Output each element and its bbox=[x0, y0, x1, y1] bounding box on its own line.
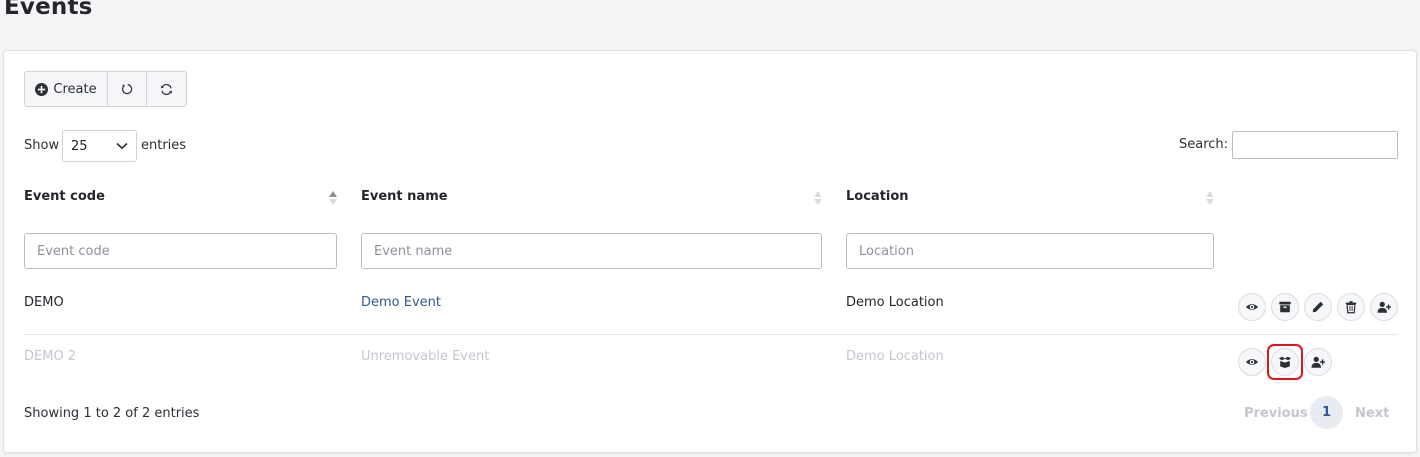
table-info: Showing 1 to 2 of 2 entries bbox=[24, 406, 200, 421]
entries-label: entries bbox=[141, 138, 187, 153]
user-plus-icon bbox=[1311, 356, 1325, 368]
location-cell: Demo Location bbox=[846, 349, 944, 364]
column-header-event-code[interactable]: Event code bbox=[24, 189, 105, 204]
show-label: Show bbox=[24, 138, 60, 153]
chevron-down-icon bbox=[116, 142, 128, 150]
sort-icon[interactable] bbox=[814, 190, 822, 206]
eye-icon bbox=[1245, 304, 1259, 310]
add-participant-button[interactable] bbox=[1370, 293, 1398, 321]
entries-per-page-value: 25 bbox=[71, 138, 88, 154]
event-name-cell: Unremovable Event bbox=[361, 349, 490, 364]
user-plus-icon bbox=[1377, 301, 1391, 313]
view-button[interactable] bbox=[1238, 293, 1266, 321]
undo-icon bbox=[122, 84, 133, 95]
event-code-cell: DEMO 2 bbox=[24, 349, 77, 364]
toolbar: Create bbox=[24, 71, 187, 107]
sort-icon[interactable] bbox=[329, 190, 337, 206]
add-participant-button[interactable] bbox=[1304, 348, 1332, 376]
eye-icon bbox=[1245, 359, 1259, 365]
search-label: Search: bbox=[1179, 137, 1229, 152]
archive-button[interactable] bbox=[1271, 293, 1299, 321]
page-title: Events bbox=[4, 0, 93, 20]
column-header-event-name[interactable]: Event name bbox=[361, 189, 448, 204]
edit-button[interactable] bbox=[1304, 293, 1332, 321]
row-divider bbox=[24, 334, 1398, 335]
location-cell: Demo Location bbox=[846, 295, 944, 310]
reset-button[interactable] bbox=[108, 72, 147, 106]
events-card: Create Show 25 entries Search: Event cod… bbox=[3, 50, 1417, 453]
trash-icon bbox=[1345, 301, 1357, 314]
plus-circle-icon bbox=[35, 82, 49, 96]
sort-icon[interactable] bbox=[1206, 190, 1214, 206]
event-code-cell: DEMO bbox=[24, 295, 64, 310]
view-button[interactable] bbox=[1238, 348, 1266, 376]
previous-page-button[interactable]: Previous bbox=[1244, 406, 1308, 421]
entries-per-page-select[interactable]: 25 bbox=[62, 130, 137, 162]
event-name-link[interactable]: Demo Event bbox=[361, 295, 441, 310]
archive-icon bbox=[1279, 301, 1291, 313]
event-code-filter[interactable] bbox=[24, 233, 337, 269]
location-filter[interactable] bbox=[846, 233, 1214, 269]
next-page-button[interactable]: Next bbox=[1355, 406, 1389, 421]
delete-button[interactable] bbox=[1337, 293, 1365, 321]
column-header-location[interactable]: Location bbox=[846, 189, 909, 204]
refresh-icon bbox=[160, 83, 173, 95]
reload-button[interactable] bbox=[147, 72, 186, 106]
create-label: Create bbox=[53, 81, 97, 97]
search-input[interactable] bbox=[1232, 131, 1398, 159]
highlight-box bbox=[1267, 344, 1303, 380]
current-page-button[interactable]: 1 bbox=[1310, 396, 1343, 429]
event-name-filter[interactable] bbox=[361, 233, 822, 269]
pencil-icon bbox=[1312, 301, 1324, 313]
create-button[interactable]: Create bbox=[25, 72, 108, 106]
